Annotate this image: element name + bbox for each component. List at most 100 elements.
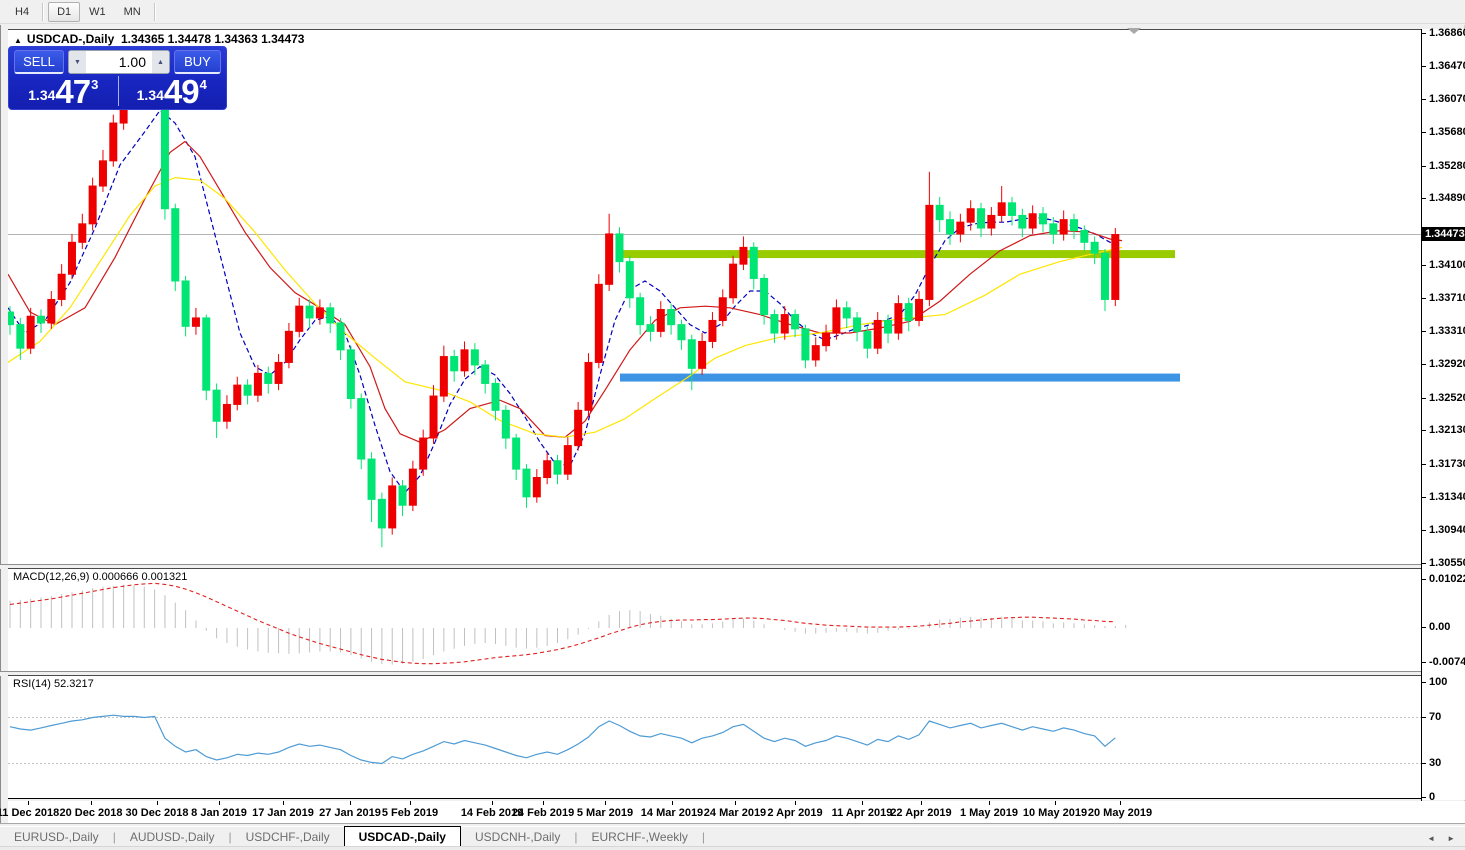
sell-price[interactable]: 1.34 47 3: [9, 74, 118, 108]
candle-body: [657, 310, 664, 332]
volume-increase-button[interactable]: ▲: [152, 51, 169, 73]
candle-body: [58, 274, 65, 299]
macd-axis-label: 0.010229: [1429, 573, 1465, 585]
volume-decrease-button[interactable]: ▼: [69, 51, 86, 73]
candle-body: [812, 346, 819, 360]
candle-body: [761, 278, 768, 314]
buy-price-big: 49: [164, 78, 199, 106]
chart-shift-marker-icon[interactable]: [1127, 28, 1141, 34]
date-axis-tick: [862, 801, 863, 805]
timeframe-button-mn[interactable]: MN: [115, 2, 150, 22]
candle-body: [172, 209, 179, 281]
candle-body: [399, 486, 406, 505]
chart-tab-usdcad[interactable]: USDCAD-,Daily: [344, 826, 461, 847]
tab-scroll-right-icon[interactable]: ►: [1447, 834, 1455, 843]
candle-body: [296, 306, 303, 331]
candle-body: [967, 209, 974, 222]
collapse-panel-icon[interactable]: ▲: [14, 36, 22, 45]
price-axis-tick: [1422, 430, 1426, 431]
date-axis-tick: [350, 801, 351, 805]
candle-body: [668, 310, 675, 325]
chart-tab-usdchf[interactable]: USDCHF-,Daily: [232, 828, 344, 847]
rsi-axis-tick: [1422, 763, 1426, 764]
price-axis-tick: [1422, 497, 1426, 498]
rsi-axis-label: 70: [1429, 711, 1441, 723]
buy-button[interactable]: BUY: [174, 50, 221, 74]
date-axis-tick: [543, 801, 544, 805]
price-axis-tick: [1422, 33, 1426, 34]
sell-price-pip: 3: [91, 77, 98, 92]
date-axis-tick: [795, 801, 796, 805]
date-axis-tick: [410, 801, 411, 805]
timeframe-button-d1[interactable]: D1: [48, 2, 80, 22]
candle-body: [254, 373, 261, 395]
chart-tab-audusd[interactable]: AUDUSD-,Daily: [116, 828, 229, 847]
chart-symbol-label: USDCAD-,Daily: [27, 32, 114, 46]
sell-button[interactable]: SELL: [14, 50, 64, 74]
timeframe-button-h4[interactable]: H4: [6, 2, 38, 22]
candle-body: [1040, 214, 1047, 224]
candle-body: [316, 308, 323, 318]
candle-body: [936, 205, 943, 219]
candle-body: [68, 242, 75, 274]
candle-body: [1029, 214, 1036, 228]
price-axis-label: 1.31340: [1429, 491, 1465, 503]
date-axis-tick: [219, 801, 220, 805]
price-axis-label: 1.32520: [1429, 392, 1465, 404]
status-strip: [0, 846, 1465, 850]
chart-tab-eurchf[interactable]: EURCHF-,Weekly: [577, 828, 701, 847]
volume-input[interactable]: [86, 51, 152, 73]
price-axis-label: 1.30940: [1429, 524, 1465, 536]
candle-body: [1101, 253, 1108, 299]
tab-scroll-left-icon[interactable]: ◄: [1427, 834, 1435, 843]
chart-tab-usdcnh[interactable]: USDCNH-,Daily: [461, 828, 574, 847]
date-axis-tick: [989, 801, 990, 805]
buy-price[interactable]: 1.34 49 4: [118, 74, 227, 108]
rsi-indicator-panel[interactable]: RSI(14) 52.3217: [8, 675, 1421, 799]
price-axis-label: 1.35680: [1429, 126, 1465, 138]
price-axis-tick: [1422, 364, 1426, 365]
candlestick-series: [8, 49, 1119, 547]
candle-body: [368, 459, 375, 499]
toolbar-separator: [42, 3, 44, 21]
price-axis-tick: [1422, 398, 1426, 399]
candle-body: [926, 205, 933, 299]
candle-body: [17, 325, 24, 349]
mt4-window: H4 D1W1MN ▲ USDCAD-,Daily 1.34365 1.34478 …: [0, 0, 1465, 850]
price-axis-label: 1.36860: [1429, 27, 1465, 39]
candle-body: [244, 385, 251, 395]
candle-body: [182, 281, 189, 326]
candle-body: [905, 304, 912, 321]
macd-indicator-panel[interactable]: MACD(12,26,9) 0.000666 0.001321: [8, 568, 1421, 671]
chart-tab-eurusd[interactable]: EURUSD-,Daily: [0, 828, 113, 847]
price-axis-label: 1.33310: [1429, 325, 1465, 337]
candle-body: [306, 306, 313, 318]
candle-body: [8, 312, 14, 325]
candle-body: [802, 329, 809, 360]
price-axis-tick: [1422, 265, 1426, 266]
candle-body: [203, 318, 210, 390]
price-axis-label: 1.32920: [1429, 358, 1465, 370]
candle-body: [885, 320, 892, 333]
candlestick-chart: [8, 30, 1421, 565]
price-axis-tick: [1422, 99, 1426, 100]
date-axis-tick: [1120, 801, 1121, 805]
toolbar-separator: [154, 3, 156, 21]
candle-body: [1070, 220, 1077, 231]
candle-body: [988, 215, 995, 228]
price-axis-label: 1.34890: [1429, 192, 1465, 204]
candle-body: [223, 404, 230, 421]
rsi-axis-tick: [1422, 797, 1426, 798]
candle-body: [998, 203, 1005, 216]
date-axis-tick: [91, 801, 92, 805]
timeframe-button-w1[interactable]: W1: [80, 2, 115, 22]
candle-body: [213, 390, 220, 421]
sell-price-prefix: 1.34: [28, 87, 55, 103]
chart-ohlc-values: 1.34365 1.34478 1.34363 1.34473: [121, 32, 305, 46]
chart-tab-bar: EURUSD-,Daily|AUDUSD-,Daily|USDCHF-,Dail…: [0, 826, 1465, 847]
date-axis[interactable]: 11 Dec 201820 Dec 201830 Dec 20188 Jan 2…: [8, 801, 1465, 823]
candle-body: [482, 365, 489, 383]
candle-body: [823, 333, 830, 346]
price-axis-tick: [1422, 331, 1426, 332]
candle-body: [1019, 215, 1026, 228]
